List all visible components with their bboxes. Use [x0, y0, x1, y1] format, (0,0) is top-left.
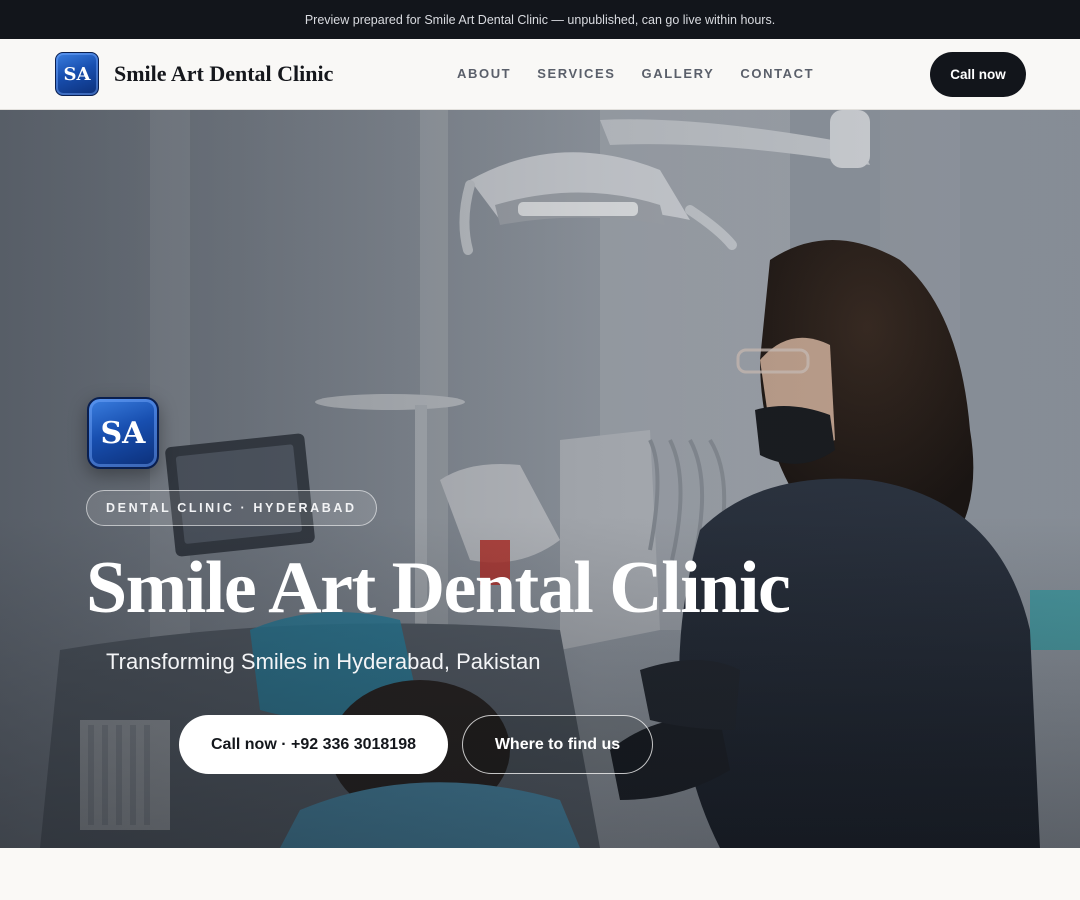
preview-banner-text: Preview prepared for Smile Art Dental Cl…: [304, 12, 776, 27]
hero-subtitle: Transforming Smiles in Hyderabad, Pakist…: [106, 649, 541, 674]
hero-title: Smile Art Dental Clinic: [86, 547, 791, 629]
nav-services[interactable]: SERVICES: [537, 66, 615, 81]
brand-name[interactable]: Smile Art Dental Clinic: [114, 61, 333, 87]
call-now-button[interactable]: Call now · +92 336 3018198: [179, 715, 448, 774]
nav-contact[interactable]: CONTACT: [740, 66, 814, 81]
brand[interactable]: SA Smile Art Dental Clinic: [55, 52, 333, 96]
preview-banner: Preview prepared for Smile Art Dental Cl…: [0, 0, 1080, 39]
logo-icon[interactable]: SA: [55, 52, 99, 96]
site-header: SA Smile Art Dental Clinic ABOUT SERVICE…: [0, 39, 1080, 110]
header-call-button[interactable]: Call now: [930, 52, 1026, 97]
hero-logo-icon: SA: [87, 397, 159, 469]
hero-section: SA DENTAL CLINIC · HYDERABAD Smile Art D…: [0, 110, 1080, 848]
nav-gallery[interactable]: GALLERY: [642, 66, 715, 81]
main-nav: ABOUT SERVICES GALLERY CONTACT: [457, 66, 814, 81]
nav-about[interactable]: ABOUT: [457, 66, 511, 81]
hero-eyebrow-badge: DENTAL CLINIC · HYDERABAD: [86, 490, 377, 526]
find-us-button[interactable]: Where to find us: [462, 715, 653, 774]
